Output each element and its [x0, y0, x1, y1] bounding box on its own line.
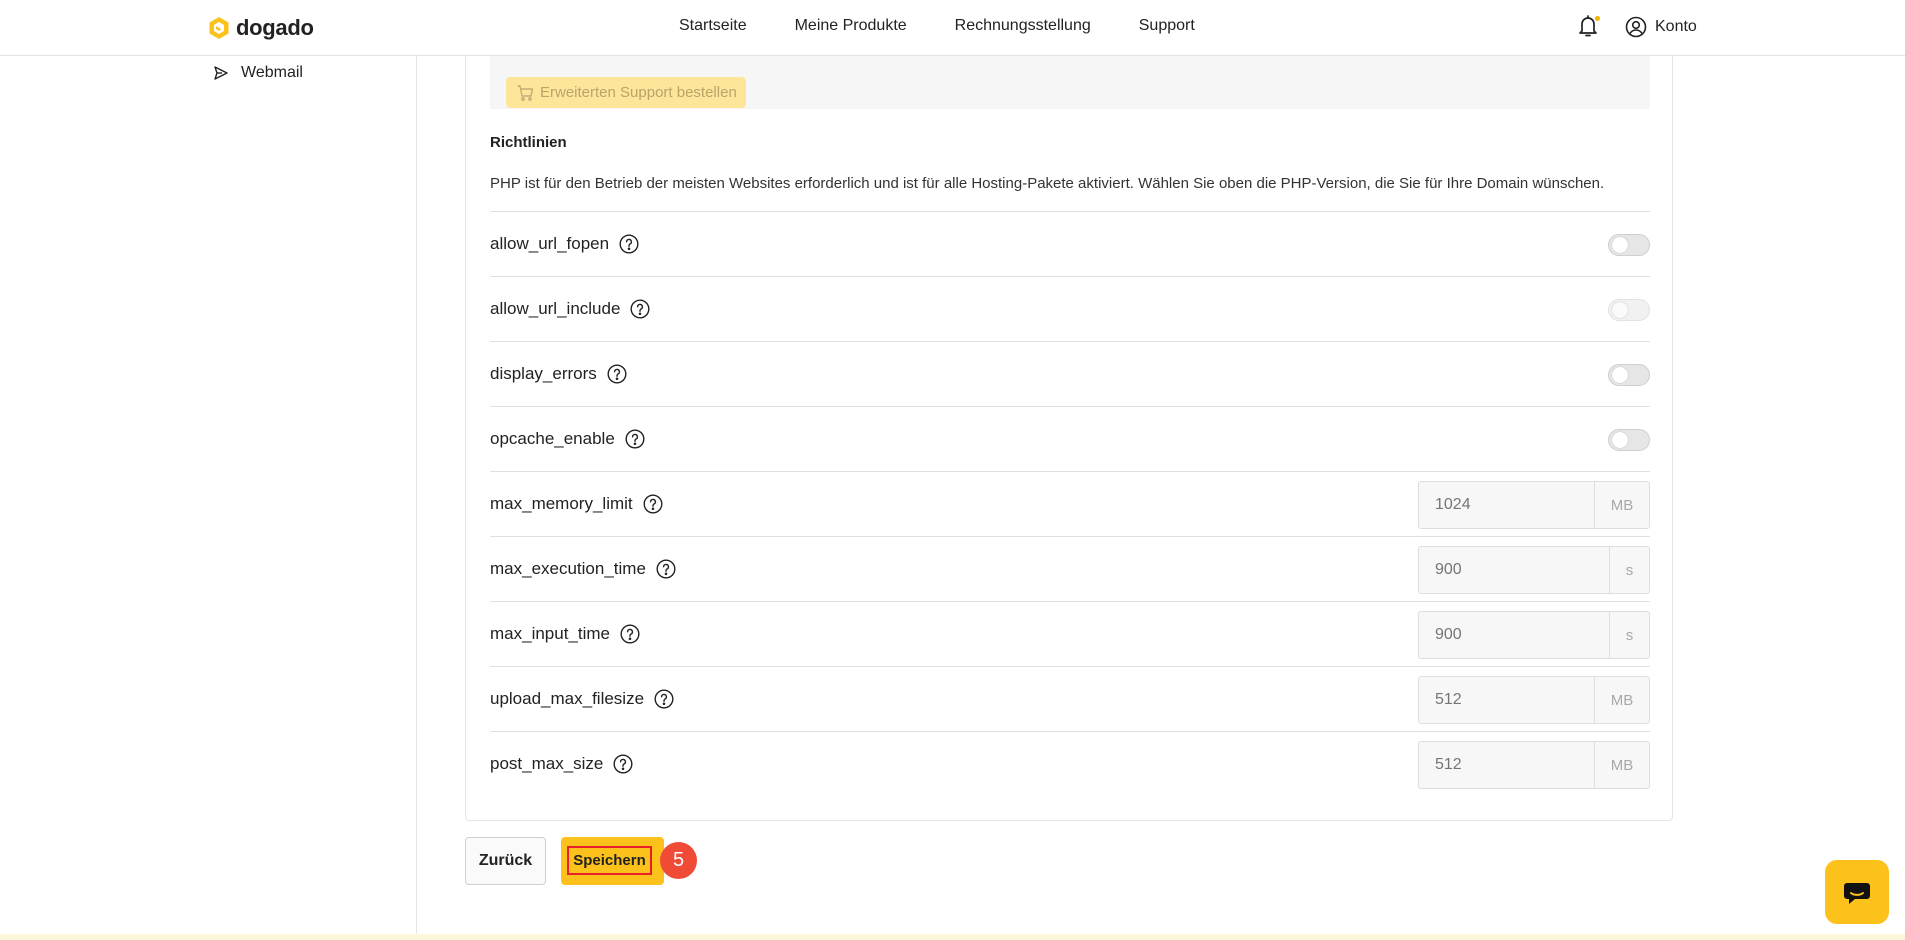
sidebar-item-webmail[interactable]: Webmail	[213, 64, 303, 82]
policy-row-upload-max-filesize: upload_max_filesize MB	[490, 666, 1650, 731]
policy-row-max-execution-time: max_execution_time s	[490, 536, 1650, 601]
post-max-size-field: MB	[1418, 741, 1650, 789]
policy-label: upload_max_filesize	[490, 689, 645, 708]
top-header: dogado Startseite Meine Produkte Rechnun…	[0, 0, 1905, 56]
max-memory-limit-input[interactable]	[1419, 482, 1594, 528]
nav-meine-produkte[interactable]: Meine Produkte	[795, 17, 907, 35]
logo[interactable]: dogado	[208, 15, 314, 41]
policy-row-max-memory-limit: max_memory_limit MB	[490, 471, 1650, 536]
unit-label: MB	[1594, 677, 1649, 723]
toggle-knob	[1612, 237, 1628, 253]
help-icon[interactable]	[643, 494, 663, 514]
send-icon	[214, 66, 228, 80]
help-icon[interactable]	[630, 299, 650, 319]
notifications-button[interactable]	[1577, 14, 1601, 40]
bottom-strip	[0, 934, 1905, 940]
policy-row-max-input-time: max_input_time s	[490, 601, 1650, 666]
max-memory-limit-field: MB	[1418, 481, 1650, 529]
policy-rows: allow_url_fopen allow_url_include displa…	[490, 211, 1650, 796]
policy-row-post-max-size: post_max_size MB	[490, 731, 1650, 796]
policies-title: Richtlinien	[490, 134, 567, 151]
unit-label: s	[1609, 547, 1649, 593]
upload-max-filesize-field: MB	[1418, 676, 1650, 724]
policy-row-allow-url-include: allow_url_include	[490, 276, 1650, 341]
save-button-wrapper: Speichern	[561, 837, 664, 885]
max-input-time-input[interactable]	[1419, 612, 1609, 658]
step-badge: 5	[660, 842, 697, 879]
nav-rechnungsstellung[interactable]: Rechnungsstellung	[955, 17, 1091, 35]
help-icon[interactable]	[654, 689, 674, 709]
policy-label: allow_url_include	[490, 299, 621, 318]
chat-icon	[1844, 883, 1870, 904]
opcache-enable-toggle[interactable]	[1608, 429, 1650, 451]
nav-support[interactable]: Support	[1139, 17, 1195, 35]
order-support-label: Erweiterten Support bestellen	[540, 84, 737, 101]
allow-url-fopen-toggle[interactable]	[1608, 234, 1650, 256]
sidebar: Webmail	[0, 56, 417, 940]
logo-text: dogado	[236, 15, 314, 40]
back-button[interactable]: Zurück	[465, 837, 546, 885]
account-menu[interactable]: Konto	[1625, 16, 1697, 38]
header-right: Konto	[1577, 14, 1697, 40]
toggle-knob	[1612, 367, 1628, 383]
notification-dot	[1594, 15, 1601, 22]
toggle-knob	[1612, 432, 1628, 448]
post-max-size-input[interactable]	[1419, 742, 1594, 788]
order-support-button[interactable]: Erweiterten Support bestellen	[506, 77, 746, 108]
user-circle-icon	[1625, 16, 1647, 38]
help-icon[interactable]	[620, 624, 640, 644]
policy-row-display-errors: display_errors	[490, 341, 1650, 406]
upload-max-filesize-input[interactable]	[1419, 677, 1594, 723]
toggle-knob	[1612, 302, 1628, 318]
cart-icon	[517, 84, 534, 101]
dogado-logo-icon	[209, 17, 229, 39]
account-label: Konto	[1655, 18, 1697, 35]
help-icon[interactable]	[613, 754, 633, 774]
policies-description: PHP ist für den Betrieb der meisten Webs…	[490, 175, 1605, 192]
policy-label: max_memory_limit	[490, 494, 633, 513]
unit-label: s	[1609, 612, 1649, 658]
help-icon[interactable]	[607, 364, 627, 384]
help-icon[interactable]	[619, 234, 639, 254]
policy-label: max_input_time	[490, 624, 611, 643]
policy-label: allow_url_fopen	[490, 234, 610, 253]
policy-label: post_max_size	[490, 754, 604, 773]
policy-label: display_errors	[490, 364, 597, 383]
max-execution-time-field: s	[1418, 546, 1650, 594]
help-icon[interactable]	[656, 559, 676, 579]
policy-row-opcache-enable: opcache_enable	[490, 406, 1650, 471]
unit-label: MB	[1594, 742, 1649, 788]
sidebar-item-label: Webmail	[241, 64, 303, 81]
help-icon[interactable]	[625, 429, 645, 449]
unit-label: MB	[1594, 482, 1649, 528]
display-errors-toggle[interactable]	[1608, 364, 1650, 386]
nav-startseite[interactable]: Startseite	[679, 17, 747, 35]
policy-label: max_execution_time	[490, 559, 646, 578]
main-nav: Startseite Meine Produkte Rechnungsstell…	[679, 17, 1195, 35]
policy-row-allow-url-fopen: allow_url_fopen	[490, 211, 1650, 276]
php-settings-card: Erweiterten Support bestellen Richtlinie…	[465, 40, 1673, 821]
save-button[interactable]: Speichern	[567, 846, 652, 875]
max-execution-time-input[interactable]	[1419, 547, 1609, 593]
chat-button[interactable]	[1825, 860, 1889, 924]
policy-label: opcache_enable	[490, 429, 615, 448]
support-box: Erweiterten Support bestellen	[490, 56, 1650, 109]
max-input-time-field: s	[1418, 611, 1650, 659]
allow-url-include-toggle[interactable]	[1608, 299, 1650, 321]
